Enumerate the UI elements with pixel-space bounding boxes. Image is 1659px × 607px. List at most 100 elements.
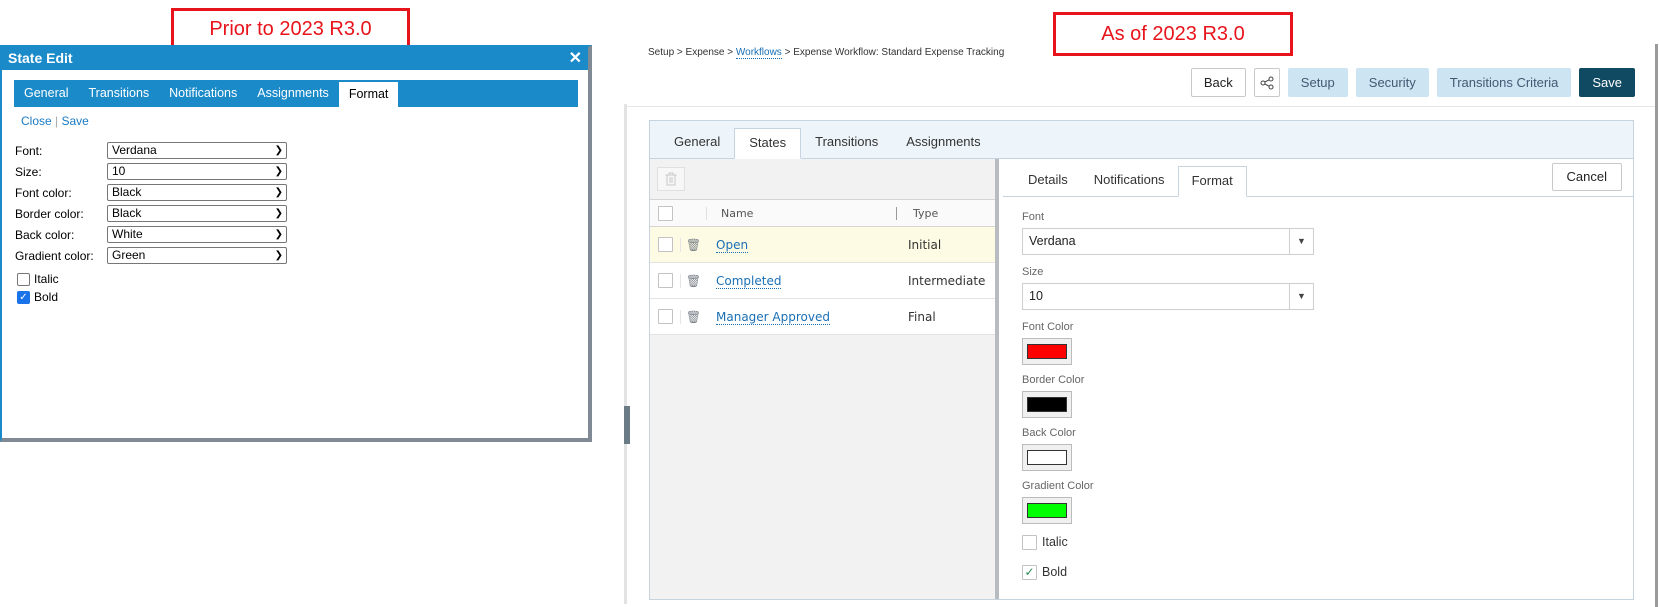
- dialog-title: State Edit: [8, 50, 73, 66]
- select-all-checkbox[interactable]: [657, 205, 673, 221]
- old-tab-assignments[interactable]: Assignments: [247, 80, 339, 107]
- old-size-select[interactable]: 10 ❯: [107, 163, 287, 180]
- link-separator: |: [55, 114, 59, 128]
- old-format-form: Font: Verdana ❯ Size: 10 ❯ Font color: Black ❯…: [15, 140, 588, 306]
- tab-details[interactable]: Details: [1015, 166, 1081, 196]
- font-select[interactable]: Verdana ▼: [1022, 228, 1314, 255]
- old-border-color-select[interactable]: Black ❯: [107, 205, 287, 222]
- border-color-picker[interactable]: [1022, 391, 1072, 418]
- security-button[interactable]: Security: [1355, 68, 1429, 97]
- trash-icon[interactable]: 🗑: [680, 273, 706, 288]
- tab-format[interactable]: Format: [1177, 166, 1247, 197]
- breadcrumb-separator: >: [676, 47, 683, 58]
- border-color-swatch: [1027, 397, 1067, 412]
- setup-button[interactable]: Setup: [1287, 68, 1348, 97]
- transitions-criteria-button[interactable]: Transitions Criteria: [1436, 68, 1572, 97]
- dialog-title-bar: State Edit ✕: [2, 47, 588, 70]
- back-button[interactable]: Back: [1190, 68, 1246, 97]
- share-button[interactable]: [1253, 68, 1280, 97]
- font-color-label: Font Color: [1022, 321, 1074, 333]
- row-checkbox[interactable]: [657, 309, 673, 324]
- chevron-down-icon: ❯: [274, 229, 283, 240]
- format-form: Font Verdana ▼ Size 10 ▼ Font Color Border…: [1003, 197, 1634, 581]
- state-type: Final: [908, 309, 936, 324]
- state-name-link[interactable]: Manager Approved: [716, 309, 830, 325]
- state-type: Initial: [908, 237, 942, 252]
- chevron-down-icon: ❯: [274, 187, 283, 198]
- breadcrumb-separator: >: [784, 47, 791, 58]
- old-border-color-label: Border color:: [15, 206, 84, 221]
- states-toolbar: [650, 159, 995, 199]
- trash-icon[interactable]: 🗑: [680, 309, 706, 324]
- close-icon[interactable]: ✕: [569, 47, 582, 70]
- table-row[interactable]: 🗑 Manager Approved Final: [650, 299, 995, 335]
- table-row[interactable]: 🗑 Open Initial: [650, 227, 995, 263]
- back-color-label: Back Color: [1022, 427, 1076, 439]
- old-tab-transitions[interactable]: Transitions: [78, 80, 159, 107]
- breadcrumb-workflows[interactable]: Workflows: [735, 47, 782, 59]
- bold-checkbox[interactable]: ✓: [1022, 564, 1037, 580]
- old-bold-checkbox[interactable]: ✓: [17, 290, 30, 304]
- italic-checkbox-row[interactable]: Italic: [1022, 533, 1634, 551]
- delete-selected-button[interactable]: [657, 167, 685, 191]
- font-color-picker[interactable]: [1022, 338, 1072, 365]
- old-back-color-value: White: [112, 227, 143, 241]
- old-gradient-color-select[interactable]: Green ❯: [107, 247, 287, 264]
- old-close-link[interactable]: Close: [21, 114, 52, 128]
- old-font-select[interactable]: Verdana ❯: [107, 142, 287, 159]
- italic-label: Italic: [1042, 535, 1068, 549]
- column-header-name[interactable]: Name: [706, 206, 896, 220]
- tab-general[interactable]: General: [660, 128, 734, 158]
- cancel-button[interactable]: Cancel: [1551, 163, 1622, 191]
- old-tab-format[interactable]: Format: [338, 82, 399, 107]
- row-checkbox[interactable]: [657, 273, 673, 288]
- chevron-down-icon[interactable]: ▼: [1289, 229, 1313, 254]
- back-color-picker[interactable]: [1022, 444, 1072, 471]
- states-grid: Name Type 🗑 Open Initial 🗑 Completed Int…: [650, 199, 995, 335]
- column-header-type[interactable]: Type: [896, 206, 938, 220]
- page-toolbar: Back Setup Security Transitions Criteria…: [1190, 68, 1635, 97]
- state-name-link[interactable]: Open: [716, 237, 749, 253]
- tab-states[interactable]: States: [734, 128, 802, 159]
- tab-transitions[interactable]: Transitions: [801, 128, 892, 158]
- tab-notifications[interactable]: Notifications: [1081, 166, 1178, 196]
- breadcrumb-expense[interactable]: Expense: [686, 47, 725, 58]
- tab-assignments[interactable]: Assignments: [892, 128, 994, 158]
- old-size-label: Size:: [15, 164, 42, 179]
- old-italic-checkbox-row[interactable]: Italic: [17, 270, 588, 288]
- old-italic-label: Italic: [34, 272, 59, 286]
- detail-tab-bar: Details Notifications Format Cancel: [1003, 159, 1634, 197]
- row-checkbox[interactable]: [657, 237, 673, 252]
- trash-icon: [665, 172, 677, 186]
- old-tab-general[interactable]: General: [14, 80, 78, 107]
- italic-checkbox[interactable]: [1022, 534, 1037, 550]
- chevron-down-icon: ❯: [274, 250, 283, 261]
- trash-icon[interactable]: 🗑: [680, 237, 706, 252]
- chevron-down-icon[interactable]: ▼: [1289, 284, 1313, 309]
- old-tab-notifications[interactable]: Notifications: [159, 80, 247, 107]
- old-back-color-select[interactable]: White ❯: [107, 226, 287, 243]
- old-gradient-color-label: Gradient color:: [15, 248, 94, 263]
- main-tab-bar: General States Transitions Assignments: [650, 121, 1633, 159]
- old-font-color-value: Black: [112, 185, 142, 199]
- old-size-value: 10: [112, 164, 126, 178]
- font-color-swatch: [1027, 344, 1067, 359]
- size-select[interactable]: 10 ▼: [1022, 283, 1314, 310]
- state-name-link[interactable]: Completed: [716, 273, 782, 289]
- old-bold-checkbox-row[interactable]: ✓ Bold: [17, 288, 588, 306]
- state-edit-dialog: State Edit ✕ General Transitions Notific…: [0, 45, 592, 442]
- splitter-handle[interactable]: [624, 406, 630, 444]
- old-back-color-label: Back color:: [15, 227, 75, 242]
- bold-label: Bold: [1042, 565, 1068, 579]
- gradient-color-picker[interactable]: [1022, 497, 1072, 524]
- gradient-color-label: Gradient Color: [1022, 480, 1094, 492]
- callout-current: As of 2023 R3.0: [1053, 12, 1293, 56]
- old-italic-checkbox[interactable]: [17, 272, 30, 286]
- breadcrumb-setup[interactable]: Setup: [648, 47, 674, 58]
- back-color-swatch: [1027, 450, 1067, 465]
- old-font-color-select[interactable]: Black ❯: [107, 184, 287, 201]
- table-row[interactable]: 🗑 Completed Intermediate: [650, 263, 995, 299]
- old-save-link[interactable]: Save: [62, 114, 89, 128]
- bold-checkbox-row[interactable]: ✓ Bold: [1022, 563, 1634, 581]
- save-button[interactable]: Save: [1579, 68, 1635, 97]
